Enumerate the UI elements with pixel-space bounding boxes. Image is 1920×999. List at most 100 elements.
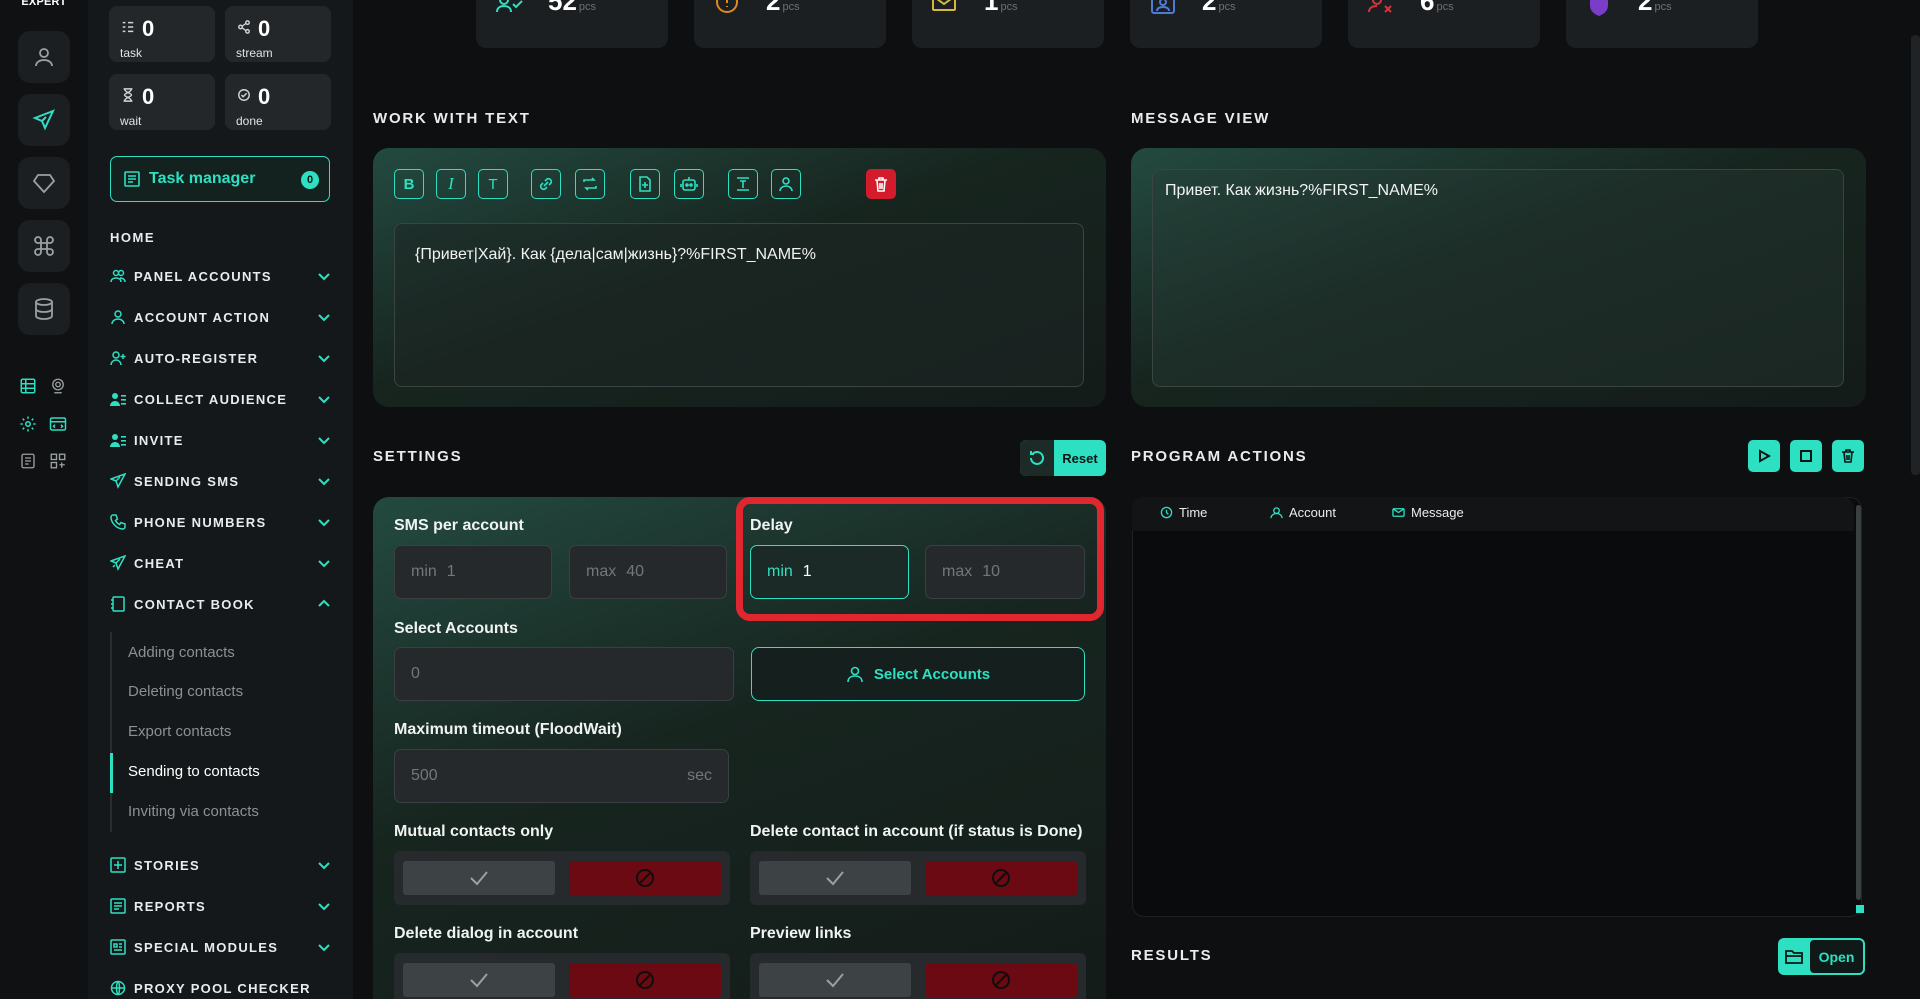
rail-command-button[interactable] [18,220,70,272]
chevron-down-icon [318,437,330,445]
file-button[interactable] [630,169,660,199]
preview-links-yes[interactable] [759,963,911,997]
nav-cheat[interactable]: CHEAT [110,552,332,574]
nav-stories[interactable]: STORIES [110,854,332,876]
rail-send-button[interactable] [18,94,70,146]
submenu-export-contacts[interactable]: Export contacts [128,723,231,740]
repeat-button[interactable] [575,169,605,199]
clear-log-button[interactable] [1832,440,1864,472]
rail-accounts-button[interactable] [18,31,70,83]
rail-table-button[interactable] [18,376,38,396]
open-results-button[interactable]: Open [1778,938,1865,975]
reset-button[interactable]: Reset [1020,440,1106,476]
log-scrollbar[interactable] [1856,505,1861,900]
rail-settings-button[interactable] [18,414,38,434]
app-window: EXPERT 0 task 0 stream 0 wait 0 done Tas… [0,0,1920,999]
nav-invite-label: INVITE [134,432,184,448]
nav-proxy-pool-checker[interactable]: PROXY POOL CHECKER [110,977,332,999]
delay-highlight-frame [736,497,1104,621]
chevron-down-icon [318,944,330,952]
grid-icon [50,453,66,469]
submenu-deleting-contacts[interactable]: Deleting contacts [128,683,243,700]
nav-collect-audience[interactable]: COLLECT AUDIENCE [110,388,332,410]
nav-special-modules[interactable]: SPECIAL MODULES [110,936,332,958]
select-accounts-button[interactable]: Select Accounts [751,647,1085,701]
nav-auto-register[interactable]: AUTO-REGISTER [110,347,332,369]
stat-stream-value: 0 [258,16,271,41]
mutual-contacts-no[interactable] [569,861,721,895]
bot-button[interactable] [674,169,704,199]
rail-diamond-button[interactable] [18,157,70,209]
delete-dialog-no[interactable] [569,963,721,997]
top-card-warning: 2 pcs [694,0,886,48]
clear-text-button[interactable] [866,169,896,199]
max-timeout-label: Maximum timeout (FloodWait) [394,721,622,738]
person-button[interactable] [771,169,801,199]
link-button[interactable] [531,169,561,199]
nav-account-action-label: ACCOUNT ACTION [134,309,271,325]
italic-button[interactable]: I [436,169,466,199]
rail-browser-button[interactable] [48,414,68,434]
rail-grid-button[interactable] [48,451,68,471]
submenu-inviting-via-contacts[interactable]: Inviting via contacts [128,803,259,820]
delete-contact-yes[interactable] [759,861,911,895]
log-resize-handle[interactable] [1856,905,1864,913]
icon-rail: EXPERT [0,0,88,999]
nav-account-action[interactable]: ACCOUNT ACTION [110,306,332,328]
log-column-account[interactable]: Account [1270,505,1336,520]
database-icon [35,298,53,320]
max-timeout-unit: sec [687,767,712,784]
delete-dialog-yes[interactable] [403,963,555,997]
stat-task: 0 task [109,6,215,62]
nav-panel-accounts[interactable]: PANEL ACCOUNTS [110,265,332,287]
chevron-up-icon [318,599,330,607]
stop-button[interactable] [1790,440,1822,472]
rail-webcam-button[interactable] [48,376,68,396]
nav-reports[interactable]: REPORTS [110,895,332,917]
nav-invite[interactable]: INVITE [110,429,332,451]
send-icon [32,109,55,131]
delete-contact-no[interactable] [925,861,1077,895]
check-icon [826,973,844,988]
text-block-button[interactable] [728,169,758,199]
nav-phone-numbers[interactable]: PHONE NUMBERS [110,511,332,533]
nav-contact-book-label: CONTACT BOOK [134,596,255,612]
sms-max-input[interactable]: max 40 [569,545,727,599]
shield-icon [1590,0,1608,16]
chevron-down-icon [318,519,330,527]
mutual-contacts-yes[interactable] [403,861,555,895]
nav-home[interactable]: HOME [110,230,155,245]
user-icon [35,48,53,67]
top-card-banned: 6 pcs [1348,0,1540,48]
program-actions-title: PROGRAM ACTIONS [1131,448,1308,465]
message-template-input[interactable]: {Привет|Хай}. Как {дела|сам|жизнь}?%FIRS… [394,223,1084,387]
nav-panel-accounts-label: PANEL ACCOUNTS [134,268,272,284]
list-icon [21,453,35,469]
top-card-valid: 52 pcs [476,0,668,48]
log-column-time[interactable]: Time [1160,505,1207,520]
send-double-icon [110,554,128,572]
text-button[interactable]: T [478,169,508,199]
browser-icon [49,417,67,431]
rail-list-button[interactable] [18,451,38,471]
nav-sending-sms[interactable]: SENDING SMS [110,470,332,492]
sms-min-input[interactable]: min 1 [394,545,552,599]
top-card-valid-value: 52 pcs [548,0,597,16]
clock-icon [1160,506,1173,519]
preview-links-no[interactable] [925,963,1077,997]
log-column-message[interactable]: Message [1392,505,1464,520]
bold-button[interactable]: B [394,169,424,199]
submenu-sending-to-contacts[interactable]: Sending to contacts [128,763,260,780]
nav-contact-book[interactable]: CONTACT BOOK [110,593,332,615]
max-timeout-input[interactable]: 500 sec [394,749,729,803]
rail-database-button[interactable] [18,283,70,335]
open-results-label: Open [1810,940,1863,973]
start-button[interactable] [1748,440,1780,472]
task-manager-label: Task manager [149,170,256,187]
task-manager-button[interactable]: Task manager 0 [110,156,330,202]
user-list-icon [110,390,128,408]
stat-task-value: 0 [142,16,155,41]
submenu-adding-contacts[interactable]: Adding contacts [128,644,235,661]
page-scrollbar[interactable] [1911,35,1920,475]
chevron-down-icon [318,396,330,404]
